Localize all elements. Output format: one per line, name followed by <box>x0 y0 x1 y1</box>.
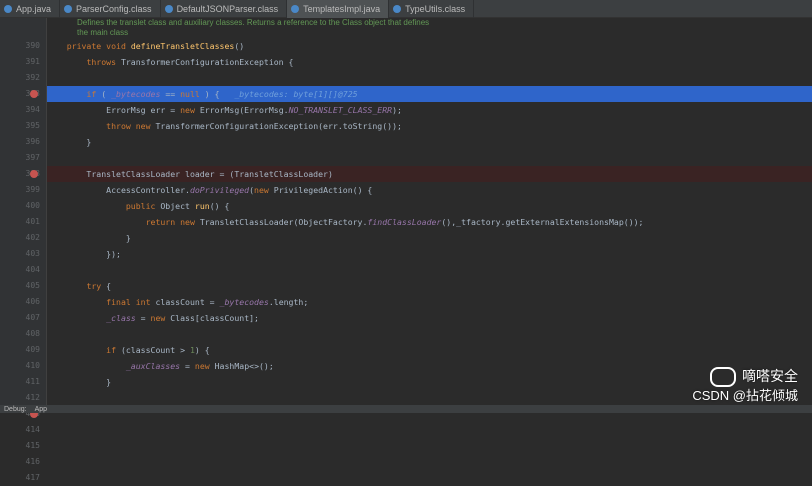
code-line[interactable]: } <box>47 134 812 150</box>
line-number: 412 <box>25 393 40 402</box>
line-number: 400 <box>25 201 40 210</box>
line-number: 408 <box>25 329 40 338</box>
line-number: 407 <box>25 313 40 322</box>
line-number: 391 <box>25 57 40 66</box>
line-number: 409 <box>25 345 40 354</box>
line-number: 414 <box>25 425 40 434</box>
java-file-icon <box>393 4 402 13</box>
line-number: 417 <box>25 473 40 482</box>
line-number: 406 <box>25 297 40 306</box>
line-number: 416 <box>25 457 40 466</box>
tab-label: ParserConfig.class <box>76 3 152 14</box>
tab-label: App.java <box>16 3 52 14</box>
watermark-line-1: 嘀嗒安全 <box>692 367 798 387</box>
tab-label: DefaultJSONParser.class <box>176 3 279 14</box>
tab-2[interactable]: DefaultJSONParser.class <box>161 0 288 18</box>
line-number: 392 <box>25 73 40 82</box>
line-number: 394 <box>25 105 40 114</box>
line-number: 399 <box>25 185 40 194</box>
code-line[interactable] <box>47 70 812 86</box>
line-number: 390 <box>25 41 40 50</box>
tab-3[interactable]: TemplatesImpl.java <box>287 0 390 18</box>
code-line[interactable]: return new TransletClassLoader(ObjectFac… <box>47 214 812 230</box>
line-number: 396 <box>25 137 40 146</box>
code-line[interactable]: _class = new Class[classCount]; <box>47 310 812 326</box>
code-line[interactable]: AccessController.doPrivileged(new Privil… <box>47 182 812 198</box>
wechat-icon <box>710 367 736 387</box>
code-line[interactable]: throws TransformerConfigurationException… <box>47 54 812 70</box>
watermark-line-2: CSDN @拈花倾城 <box>692 388 798 403</box>
ide-window: App.java ParserConfig.class DefaultJSONPar… <box>0 0 812 482</box>
code-line[interactable] <box>47 262 812 278</box>
tab-label: TemplatesImpl.java <box>303 3 381 14</box>
line-number: 411 <box>25 377 40 386</box>
code-line[interactable] <box>47 326 812 342</box>
line-number: 405 <box>25 281 40 290</box>
line-number: 404 <box>25 265 40 274</box>
java-file-icon <box>164 4 173 13</box>
java-file-icon <box>4 4 12 13</box>
watermark: 嘀嗒安全 CSDN @拈花倾城 <box>692 367 798 405</box>
line-number: 415 <box>25 441 40 450</box>
tab-label: TypeUtils.class <box>405 3 466 14</box>
tab-0[interactable]: App.java <box>0 0 61 18</box>
code-line[interactable]: throw new TransformerConfigurationExcept… <box>47 118 812 134</box>
code-line[interactable]: public Object run() { <box>47 198 812 214</box>
debug-label: Debug: <box>4 405 27 413</box>
breakpoint-icon[interactable] <box>30 170 38 178</box>
code-line[interactable] <box>47 150 812 166</box>
editor-tabs: App.java ParserConfig.class DefaultJSONPar… <box>0 0 812 18</box>
code-line[interactable]: ErrorMsg err = new ErrorMsg(ErrorMsg.NO_… <box>47 102 812 118</box>
java-file-icon <box>291 4 300 13</box>
code-line[interactable]: }); <box>47 246 812 262</box>
code-line[interactable]: } <box>47 230 812 246</box>
code-line[interactable]: final int classCount = _bytecodes.length… <box>47 294 812 310</box>
line-gutter: 3903913923933943953963973983994004014024… <box>0 18 47 482</box>
tab-1[interactable]: ParserConfig.class <box>60 0 161 18</box>
code-line[interactable]: try { <box>47 278 812 294</box>
tab-4[interactable]: TypeUtils.class <box>389 0 475 18</box>
line-number: 401 <box>25 217 40 226</box>
line-number: 402 <box>25 233 40 242</box>
java-file-icon <box>64 4 73 13</box>
line-number: 395 <box>25 121 40 130</box>
code-line[interactable]: if ( _bytecodes == null ) { _bytecodes: … <box>47 86 812 102</box>
code-line[interactable]: if (classCount > 1) { <box>47 342 812 358</box>
app-run-config[interactable]: App <box>35 406 47 413</box>
status-bar: Debug: App <box>0 405 812 413</box>
breakpoint-icon[interactable] <box>30 90 38 98</box>
code-line[interactable]: private void defineTransletClasses() <box>47 38 812 54</box>
line-number: 403 <box>25 249 40 258</box>
code-editor[interactable]: private void defineTransletClasses() thr… <box>47 18 812 405</box>
code-line[interactable]: TransletClassLoader loader = (TransletCl… <box>47 166 812 182</box>
line-number: 397 <box>25 153 40 162</box>
line-number: 410 <box>25 361 40 370</box>
